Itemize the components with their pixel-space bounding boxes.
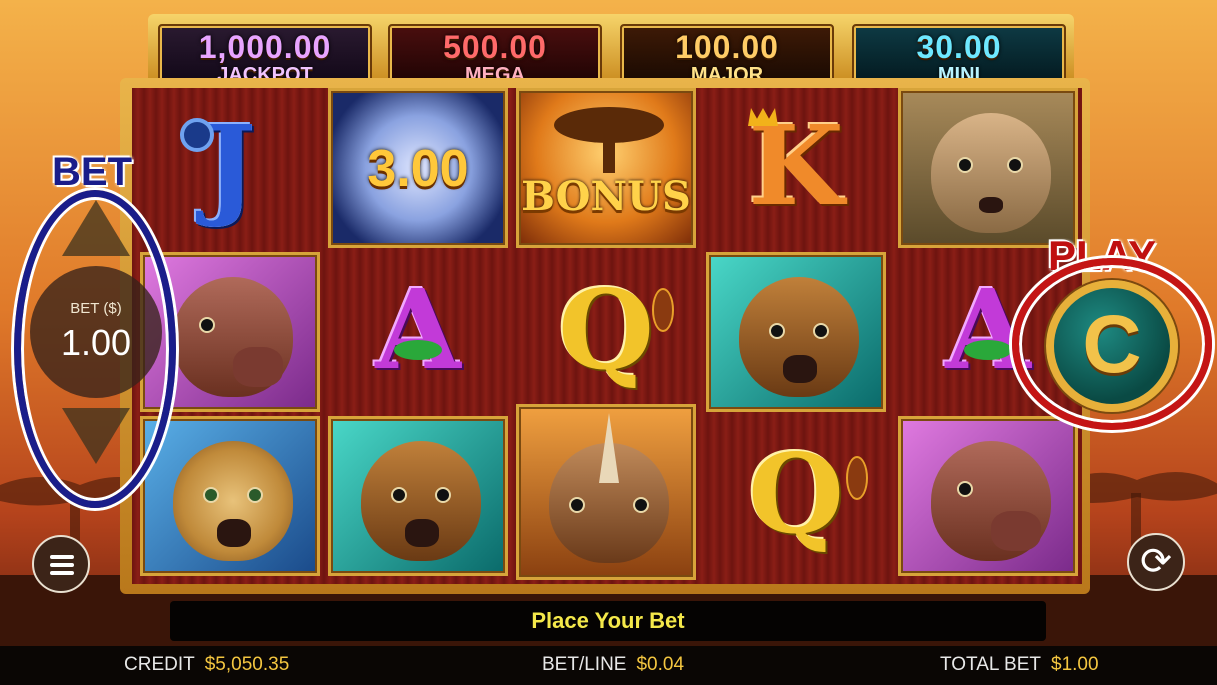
betline-label: BET/LINE bbox=[542, 654, 627, 675]
credit-display: CREDIT $5,050.35 bbox=[124, 654, 289, 676]
jackpot-value: 1,000.00 bbox=[198, 29, 332, 65]
eye-icon bbox=[435, 487, 451, 503]
eye-icon bbox=[957, 157, 973, 173]
eye-icon bbox=[769, 323, 785, 339]
bet-value: 1.00 bbox=[60, 322, 132, 363]
betline-value: $0.04 bbox=[636, 654, 685, 675]
symbol-leopard bbox=[140, 416, 320, 576]
eye-icon bbox=[957, 481, 973, 497]
symbol-moon-cash: 3.00 bbox=[328, 88, 508, 248]
symbol-k: K bbox=[706, 88, 886, 248]
menu-button[interactable] bbox=[32, 535, 90, 593]
leaf-icon bbox=[964, 340, 1012, 360]
symbol-j-letter: J bbox=[203, 101, 257, 230]
bet-increase-button[interactable] bbox=[62, 200, 130, 256]
bonus-label: BONUS bbox=[521, 173, 691, 220]
jackpot-meter: 1,000.00 JACKPOT bbox=[158, 24, 372, 86]
symbol-a: A bbox=[328, 252, 508, 412]
refresh-icon: ⟳ bbox=[1140, 541, 1172, 583]
baobab-tree-icon bbox=[554, 107, 664, 173]
meerkat-icon bbox=[931, 113, 1051, 233]
totalbet-display: TOTAL BET $1.00 bbox=[940, 654, 1099, 676]
credit-label: CREDIT bbox=[124, 654, 195, 675]
symbol-j: J bbox=[140, 88, 320, 248]
symbol-hyena bbox=[706, 252, 886, 412]
mask-icon bbox=[652, 288, 674, 332]
symbol-hyena bbox=[328, 416, 508, 576]
nose-icon bbox=[979, 197, 1003, 213]
mega-meter: 500.00 MEGA bbox=[388, 24, 602, 86]
eye-icon bbox=[569, 497, 585, 513]
bet-title: BET bbox=[52, 150, 132, 194]
symbol-bonus: BONUS bbox=[516, 88, 696, 248]
warthog-icon bbox=[173, 277, 293, 397]
hyena-icon bbox=[361, 441, 481, 561]
major-meter: 100.00 MAJOR bbox=[620, 24, 834, 86]
eye-icon bbox=[203, 487, 219, 503]
symbol-a-letter: A bbox=[375, 265, 461, 394]
snout-icon bbox=[233, 347, 283, 387]
mini-meter: 30.00 MINI bbox=[852, 24, 1066, 86]
eye-icon bbox=[391, 487, 407, 503]
nose-icon bbox=[783, 355, 817, 383]
nose-icon bbox=[405, 519, 439, 547]
symbol-q: Q bbox=[516, 252, 696, 412]
symbol-q-letter: Q bbox=[558, 265, 654, 394]
warthog-icon bbox=[931, 441, 1051, 561]
major-value: 100.00 bbox=[675, 29, 779, 65]
credit-value: $5,050.35 bbox=[204, 654, 290, 675]
leopard-icon bbox=[173, 441, 293, 561]
totalbet-value: $1.00 bbox=[1051, 654, 1099, 675]
hyena-icon bbox=[739, 277, 859, 397]
eye-icon bbox=[633, 497, 649, 513]
rhino-icon bbox=[549, 413, 669, 563]
leaf-icon bbox=[394, 340, 442, 360]
horn-icon bbox=[599, 413, 619, 483]
autoplay-button[interactable]: ⟳ bbox=[1127, 533, 1185, 591]
bet-label: BET ($) bbox=[70, 300, 122, 317]
symbol-warthog bbox=[898, 416, 1078, 576]
spin-button[interactable]: C bbox=[1046, 280, 1178, 412]
eye-icon bbox=[199, 317, 215, 333]
mega-value: 500.00 bbox=[443, 29, 547, 65]
bet-decrease-button[interactable] bbox=[62, 408, 130, 464]
message-bar: Place Your Bet bbox=[170, 601, 1046, 641]
mini-value: 30.00 bbox=[916, 29, 1002, 65]
ornament-icon bbox=[180, 118, 214, 152]
moon-cash-value: 3.00 bbox=[367, 140, 469, 198]
eye-icon bbox=[813, 323, 829, 339]
nose-icon bbox=[217, 519, 251, 547]
snout-icon bbox=[991, 511, 1041, 551]
symbol-rhino bbox=[516, 404, 696, 580]
mask-icon bbox=[846, 456, 868, 500]
symbol-q: Q bbox=[706, 416, 886, 576]
eye-icon bbox=[247, 487, 263, 503]
spin-icon: C bbox=[1082, 299, 1142, 390]
eye-icon bbox=[1007, 157, 1023, 173]
symbol-k-letter: K bbox=[748, 101, 844, 230]
totalbet-label: TOTAL BET bbox=[940, 654, 1042, 675]
symbol-meerkat bbox=[898, 88, 1078, 248]
betline-display: BET/LINE $0.04 bbox=[542, 654, 684, 676]
